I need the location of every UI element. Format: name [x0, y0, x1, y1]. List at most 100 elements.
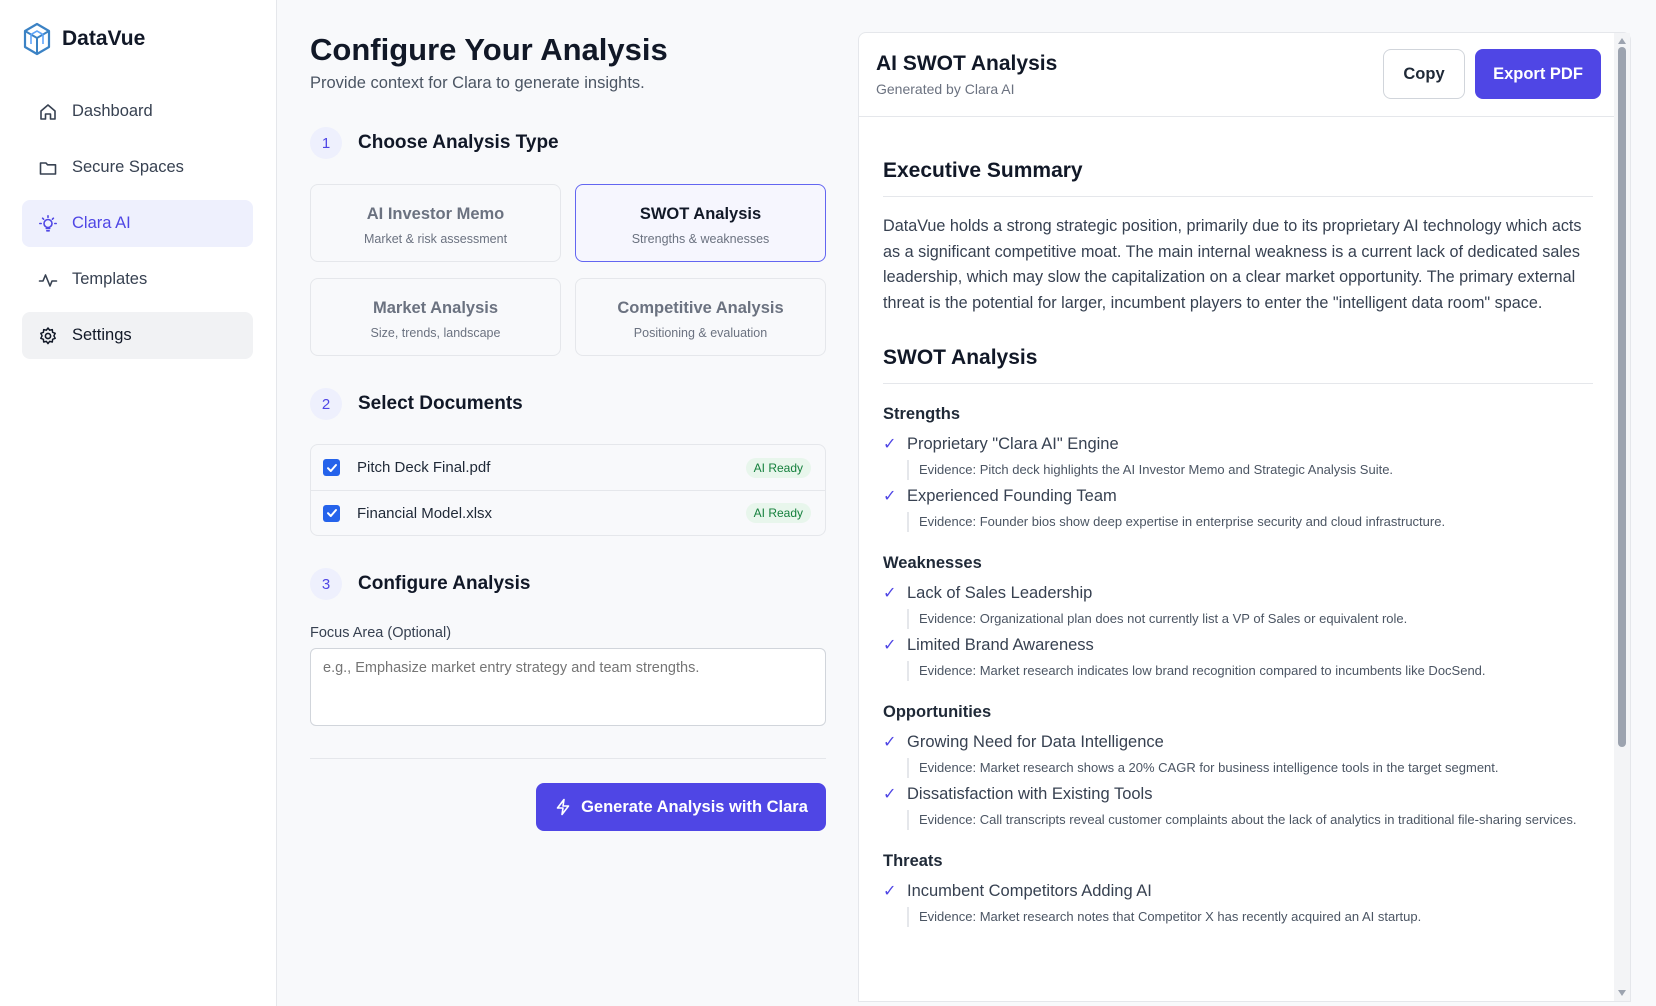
analysis-type-desc: Market & risk assessment — [363, 232, 508, 246]
sidebar-item-templates[interactable]: Templates — [22, 256, 253, 303]
checkmark-icon — [326, 463, 337, 472]
report-panel: AI SWOT Analysis Generated by Clara AI C… — [858, 32, 1631, 1002]
executive-summary-text: DataVue holds a strong strategic positio… — [883, 217, 1582, 312]
swot-item-text: Growing Need for Data Intelligence — [907, 732, 1164, 751]
step-number: 2 — [310, 388, 342, 420]
swot-evidence: Evidence: Pitch deck highlights the AI I… — [907, 460, 1593, 480]
sidebar-item-label: Dashboard — [72, 102, 153, 120]
analysis-type-title: Competitive Analysis — [617, 299, 784, 317]
step-1-header: 1 Choose Analysis Type — [310, 127, 559, 159]
ai-ready-badge: AI Ready — [745, 457, 811, 478]
analysis-type-competitive[interactable]: Competitive Analysis Positioning & evalu… — [575, 278, 826, 356]
check-icon: ✓ — [883, 585, 897, 602]
document-list: Pitch Deck Final.pdf AI Ready Financial … — [310, 444, 826, 536]
analysis-type-desc: Positioning & evaluation — [633, 326, 768, 340]
step-number: 1 — [310, 127, 342, 159]
document-checkbox[interactable] — [323, 504, 340, 522]
sidebar-item-secure-spaces[interactable]: Secure Spaces — [22, 144, 253, 191]
swot-item-text: Dissatisfaction with Existing Tools — [907, 784, 1153, 803]
analysis-type-title: AI Investor Memo — [366, 205, 505, 223]
strengths-title: Strengths — [883, 405, 961, 423]
step-3-header: 3 Configure Analysis — [310, 568, 530, 600]
report-title: AI SWOT Analysis — [876, 52, 1058, 75]
folder-icon — [39, 161, 57, 175]
check-icon: ✓ — [883, 637, 897, 654]
scroll-up-arrow-icon[interactable] — [1618, 38, 1626, 44]
divider — [310, 758, 826, 759]
sidebar-item-dashboard[interactable]: Dashboard — [22, 88, 253, 135]
check-icon: ✓ — [883, 436, 897, 453]
document-row[interactable]: Financial Model.xlsx AI Ready — [311, 490, 825, 535]
sidebar-item-clara-ai[interactable]: Clara AI — [22, 200, 253, 247]
generate-analysis-button[interactable]: Generate Analysis with Clara — [536, 783, 826, 831]
step-title: Configure Analysis — [358, 573, 531, 594]
swot-item: ✓ Lack of Sales Leadership — [883, 581, 1593, 605]
swot-item: ✓ Dissatisfaction with Existing Tools — [883, 782, 1593, 806]
sidebar-item-label: Secure Spaces — [72, 158, 184, 176]
sidebar-item-settings[interactable]: Settings — [22, 312, 253, 359]
swot-item-text: Experienced Founding Team — [907, 486, 1117, 505]
home-icon — [40, 103, 56, 120]
scrollbar-thumb[interactable] — [1618, 47, 1626, 747]
weaknesses-title: Weaknesses — [883, 554, 982, 572]
swot-evidence: Evidence: Market research notes that Com… — [907, 907, 1593, 927]
swot-evidence: Evidence: Founder bios show deep experti… — [907, 512, 1593, 532]
report-scrollbar[interactable] — [1614, 33, 1630, 1001]
report-body: Executive Summary DataVue holds a strong… — [883, 117, 1593, 927]
analysis-type-title: SWOT Analysis — [639, 205, 762, 223]
check-icon: ✓ — [883, 786, 897, 803]
swot-item: ✓ Limited Brand Awareness — [883, 633, 1593, 657]
swot-item-text: Incumbent Competitors Adding AI — [907, 881, 1152, 900]
sidebar-item-label: Templates — [72, 270, 148, 288]
swot-heading: SWOT Analysis — [883, 346, 1593, 384]
swot-evidence: Evidence: Market research indicates low … — [907, 661, 1593, 681]
analysis-type-swot[interactable]: SWOT Analysis Strengths & weaknesses — [575, 184, 826, 262]
swot-item: ✓ Incumbent Competitors Adding AI — [883, 879, 1593, 903]
lightbulb-icon — [39, 214, 57, 232]
analysis-type-desc: Size, trends, landscape — [370, 326, 501, 340]
step-title: Select Documents — [358, 393, 523, 414]
templates-icon — [38, 273, 58, 287]
lightning-icon — [556, 798, 570, 816]
swot-evidence: Evidence: Organizational plan does not c… — [907, 609, 1593, 629]
sidebar-item-label: Settings — [72, 326, 132, 344]
scroll-down-arrow-icon[interactable] — [1618, 990, 1626, 996]
gear-icon — [40, 326, 56, 344]
swot-item-text: Lack of Sales Leadership — [907, 583, 1093, 602]
logo-cube-icon — [23, 22, 51, 56]
analysis-type-market[interactable]: Market Analysis Size, trends, landscape — [310, 278, 561, 356]
sidebar: DataVue Dashboard Secure Spaces Clara AI… — [0, 0, 277, 1006]
focus-area-input[interactable] — [310, 648, 826, 726]
sidebar-item-label: Clara AI — [72, 214, 131, 232]
opportunities-title: Opportunities — [883, 703, 992, 721]
analysis-type-desc: Strengths & weaknesses — [631, 232, 770, 246]
swot-item-text: Limited Brand Awareness — [907, 635, 1094, 654]
check-icon: ✓ — [883, 488, 897, 505]
document-checkbox[interactable] — [323, 459, 340, 476]
document-row[interactable]: Pitch Deck Final.pdf AI Ready — [311, 445, 825, 490]
app-name: DataVue — [62, 27, 146, 50]
analysis-type-investor-memo[interactable]: AI Investor Memo Market & risk assessmen… — [310, 184, 561, 262]
report-subtitle: Generated by Clara AI — [876, 81, 1015, 97]
checkmark-icon — [326, 509, 337, 517]
document-name: Pitch Deck Final.pdf — [357, 459, 491, 476]
logo[interactable]: DataVue — [22, 22, 145, 56]
swot-evidence: Evidence: Call transcripts reveal custom… — [907, 810, 1593, 830]
analysis-type-title: Market Analysis — [372, 299, 499, 317]
page-title: Configure Your Analysis — [310, 32, 668, 67]
threats-title: Threats — [883, 852, 943, 870]
focus-area-label: Focus Area (Optional) — [310, 625, 452, 641]
swot-item: ✓ Proprietary "Clara AI" Engine — [883, 432, 1593, 456]
copy-button[interactable]: Copy — [1383, 49, 1465, 99]
swot-item-text: Proprietary "Clara AI" Engine — [907, 434, 1119, 453]
executive-summary-heading: Executive Summary — [883, 159, 1593, 197]
swot-evidence: Evidence: Market research shows a 20% CA… — [907, 758, 1593, 778]
generate-button-label: Generate Analysis with Clara — [581, 797, 808, 816]
sidebar-nav: Dashboard Secure Spaces Clara AI Templat… — [22, 88, 253, 368]
document-name: Financial Model.xlsx — [357, 504, 493, 522]
check-icon: ✓ — [883, 883, 897, 900]
step-title: Choose Analysis Type — [358, 132, 559, 153]
page-subtitle: Provide context for Clara to generate in… — [310, 74, 645, 92]
export-pdf-button[interactable]: Export PDF — [1475, 49, 1601, 99]
step-2-header: 2 Select Documents — [310, 388, 523, 420]
